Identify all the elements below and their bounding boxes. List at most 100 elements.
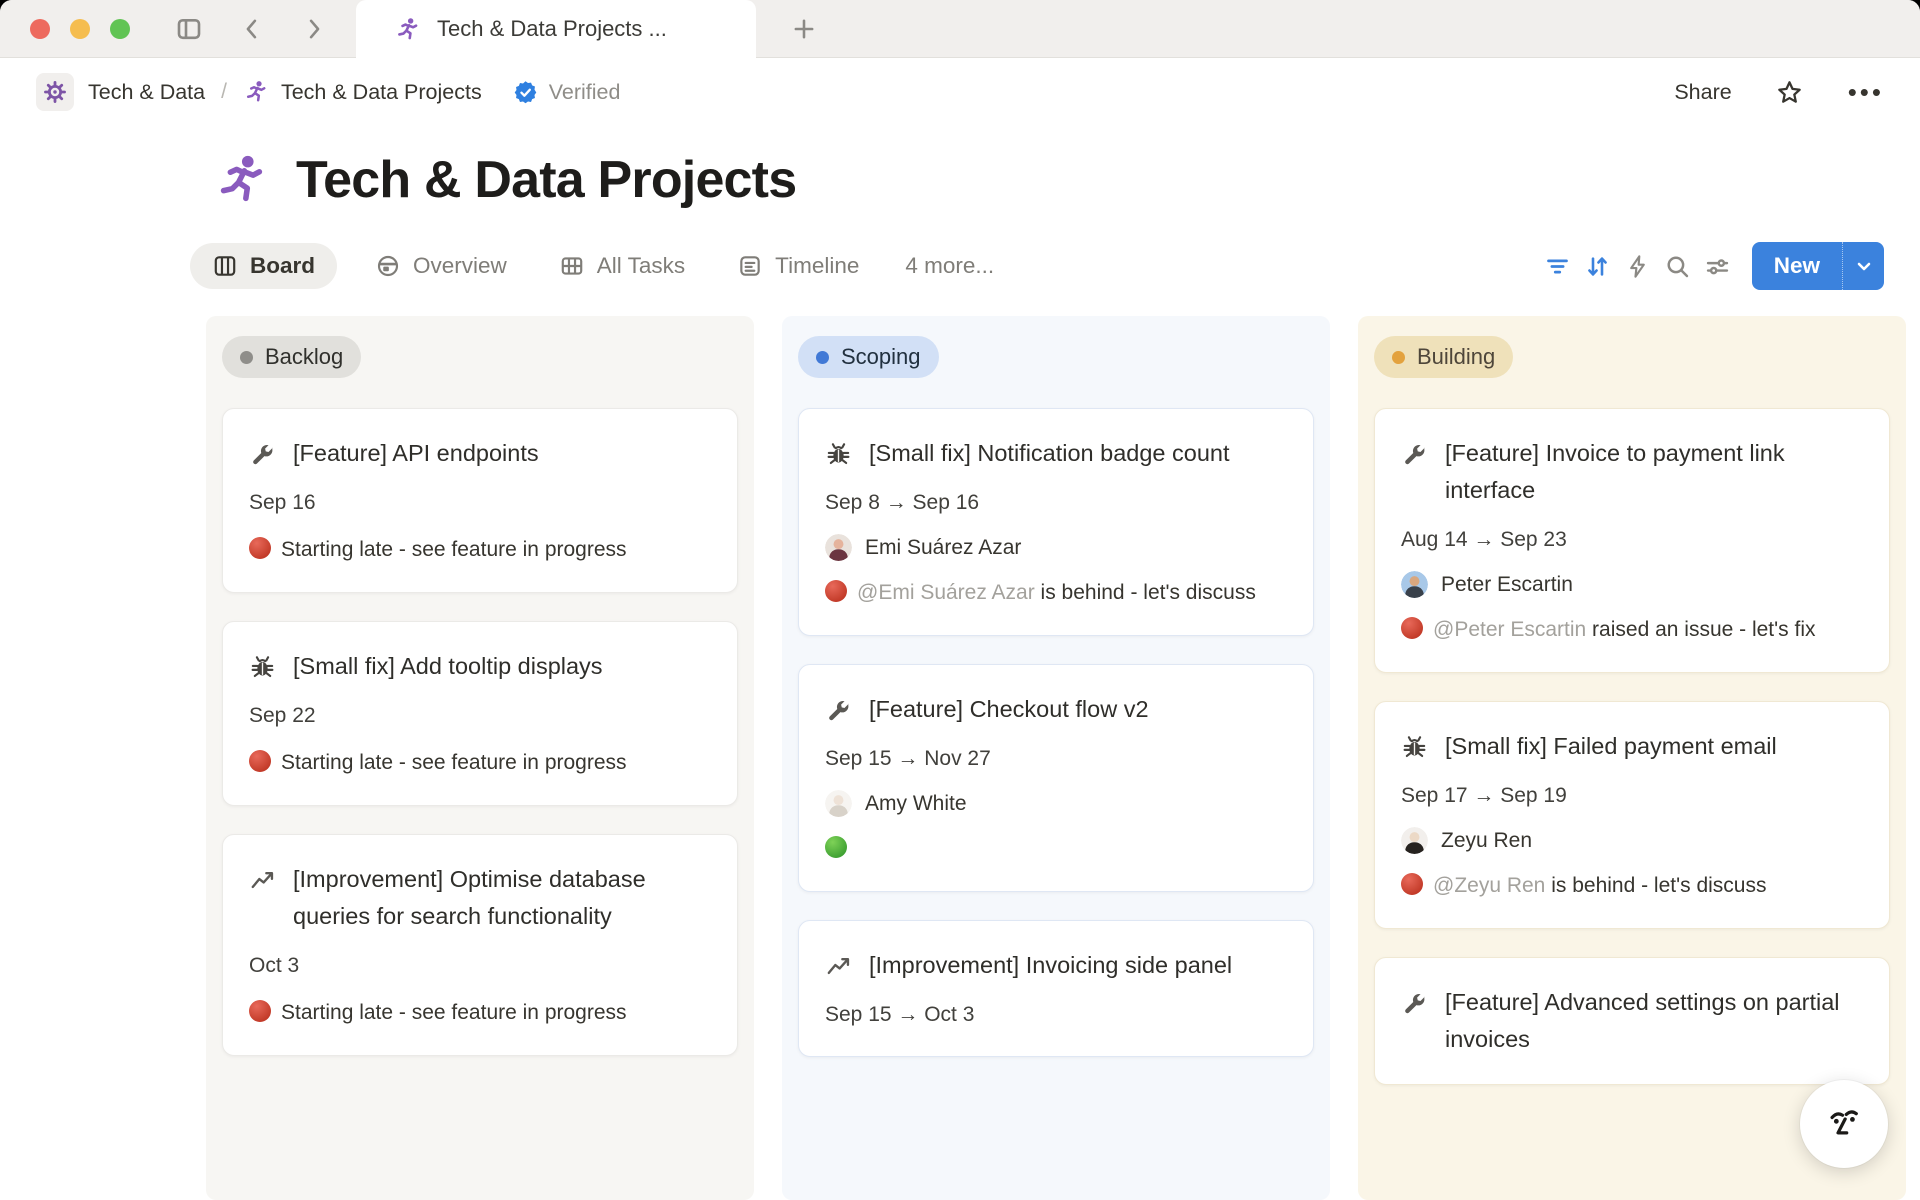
filter-icon[interactable] xyxy=(1538,246,1578,286)
task-card[interactable]: [Small fix] Add tooltip displays Sep 22 … xyxy=(222,621,738,806)
runner-icon xyxy=(243,79,269,105)
wrench-icon xyxy=(1401,440,1428,467)
view-tabs-row: Board Overview All Tasks Timeline 4 more… xyxy=(0,242,1920,290)
task-card[interactable]: [Feature] Invoice to payment link interf… xyxy=(1374,408,1890,673)
status-text: is behind - let's discuss xyxy=(1545,874,1766,897)
bug-icon xyxy=(1401,733,1428,760)
avatar xyxy=(1401,571,1428,598)
card-date: Sep 15 → Nov 27 xyxy=(825,744,1287,774)
expand-window-button[interactable] xyxy=(110,19,130,39)
card-status: @Peter Escartin raised an issue - let's … xyxy=(1401,614,1863,646)
card-status: @Emi Suárez Azar is behind - let's discu… xyxy=(825,577,1287,609)
browser-tab-bar: Tech & Data Projects ... xyxy=(0,0,1920,58)
card-status: @Zeyu Ren is behind - let's discuss xyxy=(1401,870,1863,902)
task-card[interactable]: [Improvement] Invoicing side panel Sep 1… xyxy=(798,920,1314,1057)
verified-badge-icon xyxy=(512,79,539,106)
card-status xyxy=(825,833,1287,865)
task-card[interactable]: [Feature] Checkout flow v2 Sep 15 → Nov … xyxy=(798,664,1314,892)
forward-chevron-icon[interactable] xyxy=(300,15,328,43)
status-text: Starting late - see feature in progress xyxy=(281,751,627,774)
page-title-runner-icon xyxy=(212,151,270,209)
sidebar-toggle-icon[interactable] xyxy=(174,14,204,44)
task-card[interactable]: [Feature] Advanced settings on partial i… xyxy=(1374,957,1890,1085)
wrench-icon xyxy=(1401,989,1428,1016)
column-status-pill[interactable]: Building xyxy=(1374,336,1513,378)
card-title: [Small fix] Notification badge count xyxy=(869,435,1230,472)
card-assignee: Peter Escartin xyxy=(1401,571,1863,598)
board-column: Backlog [Feature] API endpoints Sep 16 S… xyxy=(206,316,754,1200)
assignee-name: Zeyu Ren xyxy=(1441,829,1532,853)
status-text: is behind - let's discuss xyxy=(1035,581,1256,604)
page-title: Tech & Data Projects xyxy=(296,150,796,210)
overview-icon xyxy=(375,253,401,279)
card-title: [Feature] API endpoints xyxy=(293,435,539,472)
tab-timeline[interactable]: Timeline xyxy=(723,243,873,289)
share-button[interactable]: Share xyxy=(1674,80,1731,105)
card-assignee: Amy White xyxy=(825,790,1287,817)
new-tab-button[interactable] xyxy=(790,15,818,43)
tab-title: Tech & Data Projects ... xyxy=(437,16,667,42)
task-card[interactable]: [Improvement] Optimise database queries … xyxy=(222,834,738,1056)
card-title: [Improvement] Invoicing side panel xyxy=(869,947,1232,984)
card-assignee: Emi Suárez Azar xyxy=(825,534,1287,561)
status-dot-icon xyxy=(1401,617,1423,639)
card-status: Starting late - see feature in progress xyxy=(249,534,711,566)
minimize-window-button[interactable] xyxy=(70,19,90,39)
sliders-icon[interactable] xyxy=(1698,246,1738,286)
breadcrumb-page-label[interactable]: Tech & Data Projects xyxy=(281,80,482,105)
kanban-board: Backlog [Feature] API endpoints Sep 16 S… xyxy=(0,290,1920,1200)
card-date: Sep 22 xyxy=(249,701,711,731)
chart-icon xyxy=(825,952,852,979)
card-date: Sep 8 → Sep 16 xyxy=(825,488,1287,518)
sort-icon[interactable] xyxy=(1578,246,1618,286)
status-text: raised an issue - let's fix xyxy=(1586,618,1815,641)
table-icon xyxy=(559,253,585,279)
lightning-icon[interactable] xyxy=(1618,246,1658,286)
column-status-pill[interactable]: Backlog xyxy=(222,336,361,378)
column-cards: [Feature] API endpoints Sep 16 Starting … xyxy=(222,408,738,1056)
column-cards: [Small fix] Notification badge count Sep… xyxy=(798,408,1314,1057)
card-title: [Feature] Invoice to payment link interf… xyxy=(1445,435,1863,509)
task-card[interactable]: [Small fix] Failed payment email Sep 17 … xyxy=(1374,701,1890,929)
runner-icon xyxy=(394,16,421,43)
card-title: [Feature] Checkout flow v2 xyxy=(869,691,1149,728)
verified-badge[interactable]: Verified xyxy=(512,79,621,106)
card-assignee: Zeyu Ren xyxy=(1401,827,1863,854)
chart-icon xyxy=(249,866,276,893)
card-title: [Small fix] Failed payment email xyxy=(1445,728,1777,765)
breadcrumb-workspace-label[interactable]: Tech & Data xyxy=(88,80,205,105)
bug-icon xyxy=(825,440,852,467)
card-title: [Improvement] Optimise database queries … xyxy=(293,861,711,935)
tab-overview[interactable]: Overview xyxy=(361,243,521,289)
board-icon xyxy=(212,253,238,279)
breadcrumb-workspace[interactable] xyxy=(36,73,74,111)
tab-more[interactable]: 4 more... xyxy=(897,243,1002,289)
status-dot-icon xyxy=(1401,873,1423,895)
task-card[interactable]: [Feature] API endpoints Sep 16 Starting … xyxy=(222,408,738,593)
card-date: Aug 14 → Sep 23 xyxy=(1401,525,1863,555)
wrench-icon xyxy=(825,696,852,723)
card-date: Sep 15 → Oct 3 xyxy=(825,1000,1287,1030)
task-card[interactable]: [Small fix] Notification badge count Sep… xyxy=(798,408,1314,636)
card-title: [Small fix] Add tooltip displays xyxy=(293,648,603,685)
active-tab[interactable]: Tech & Data Projects ... xyxy=(356,0,756,58)
card-title: [Feature] Advanced settings on partial i… xyxy=(1445,984,1863,1058)
back-chevron-icon[interactable] xyxy=(238,15,266,43)
status-mention: @Peter Escartin xyxy=(1433,618,1586,641)
new-button[interactable]: New xyxy=(1752,242,1884,290)
search-icon[interactable] xyxy=(1658,246,1698,286)
ai-assistant-button[interactable] xyxy=(1800,1080,1888,1168)
status-dot-icon xyxy=(825,580,847,602)
status-mention: @Zeyu Ren xyxy=(1433,874,1545,897)
close-window-button[interactable] xyxy=(30,19,50,39)
card-date: Sep 17 → Sep 19 xyxy=(1401,781,1863,811)
tab-board[interactable]: Board xyxy=(190,243,337,289)
column-status-pill[interactable]: Scoping xyxy=(798,336,939,378)
ellipsis-icon[interactable]: ••• xyxy=(1848,77,1884,108)
timeline-icon xyxy=(737,253,763,279)
app-window: Tech & Data Projects ... Tech & Data / T… xyxy=(0,0,1920,1200)
status-text: Starting late - see feature in progress xyxy=(281,1001,627,1024)
status-dot-icon xyxy=(249,750,271,772)
tab-all-tasks[interactable]: All Tasks xyxy=(545,243,699,289)
star-icon[interactable] xyxy=(1770,72,1810,112)
